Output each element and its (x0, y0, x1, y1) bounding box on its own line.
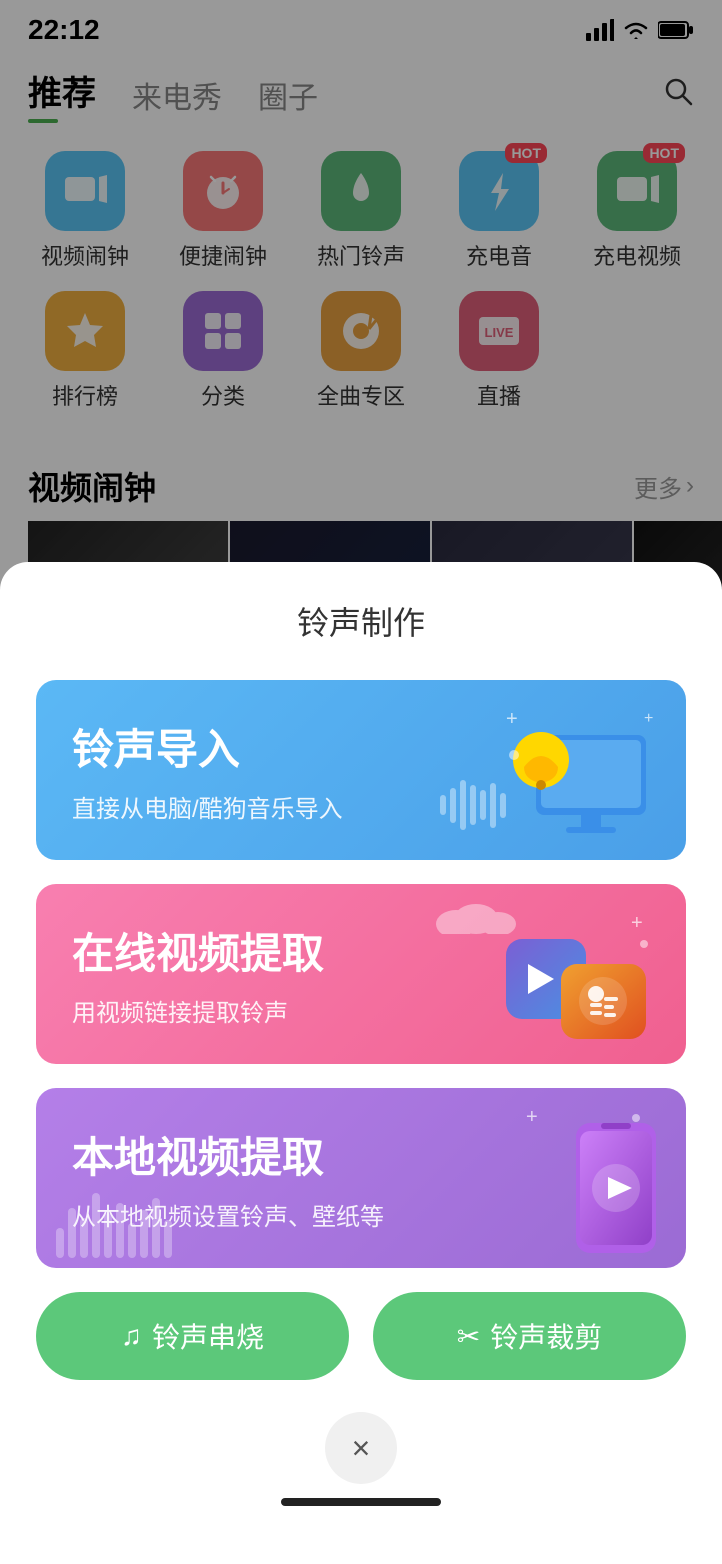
card-ringtone-import[interactable]: + + 铃声导入 直接从电脑/酷狗音乐导入 (36, 680, 686, 860)
svg-text:+: + (644, 710, 653, 727)
svg-text:+: + (506, 708, 518, 730)
svg-text:+: + (526, 1106, 538, 1128)
card-local-video[interactable]: + (36, 1088, 686, 1268)
card-art-online: + (486, 909, 666, 1054)
close-icon: × (352, 1430, 371, 1467)
close-button-wrap: × (36, 1412, 686, 1484)
home-indicator (36, 1484, 686, 1514)
ringtone-cut-button[interactable]: ✂ 铃声裁剪 (373, 1292, 686, 1380)
close-button[interactable]: × (325, 1412, 397, 1484)
home-bar (281, 1498, 441, 1506)
bottom-buttons: ♫ 铃声串烧 ✂ 铃声裁剪 (36, 1292, 686, 1380)
card-art-phone: + (516, 1103, 666, 1258)
svg-text:+: + (631, 912, 643, 934)
card-online-video[interactable]: + (36, 884, 686, 1064)
music-note-icon: ♫ (121, 1320, 142, 1352)
scissors-icon: ✂ (457, 1320, 480, 1353)
modal-title: 铃声制作 (36, 598, 686, 644)
modal-overlay[interactable]: 铃声制作 (0, 0, 722, 1564)
modal-sheet: 铃声制作 (0, 562, 722, 1564)
ringtone-mix-button[interactable]: ♫ 铃声串烧 (36, 1292, 349, 1380)
card-art-computer: + + (486, 695, 666, 850)
